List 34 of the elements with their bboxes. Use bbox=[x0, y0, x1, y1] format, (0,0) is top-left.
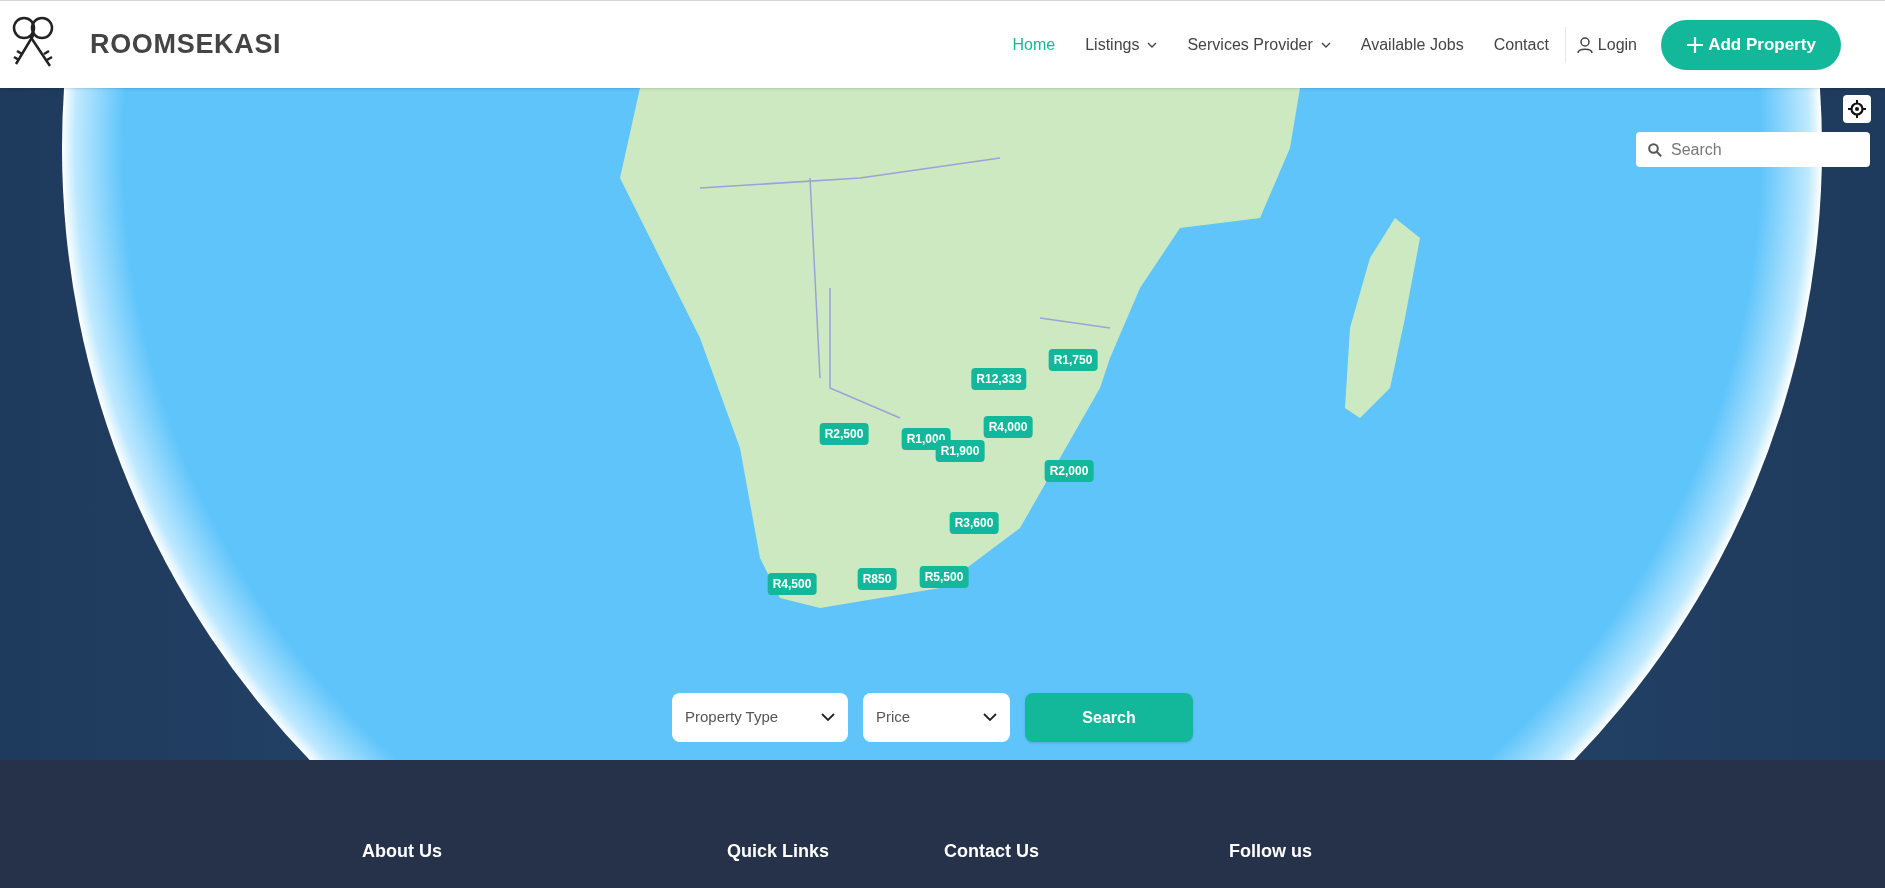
chevron-down-icon bbox=[821, 713, 835, 722]
nav-link[interactable]: Services Provider bbox=[1187, 32, 1331, 57]
chevron-down-icon bbox=[1320, 41, 1331, 48]
add-property-button[interactable]: Add Property bbox=[1661, 19, 1841, 70]
price-marker[interactable]: R2,500 bbox=[819, 423, 869, 445]
search-icon bbox=[1648, 143, 1662, 157]
login-link[interactable]: Login bbox=[1575, 32, 1637, 57]
price-marker[interactable]: R1,750 bbox=[1048, 349, 1098, 371]
price-marker[interactable]: R4,000 bbox=[983, 416, 1033, 438]
property-type-dropdown[interactable]: Property Type bbox=[672, 693, 848, 742]
nav-link[interactable]: Home bbox=[1012, 32, 1056, 57]
chevron-down-icon bbox=[983, 713, 997, 722]
footer-heading: Contact Us bbox=[944, 840, 1039, 863]
price-marker[interactable]: R5,500 bbox=[919, 566, 969, 588]
price-dropdown[interactable]: Price bbox=[863, 693, 1010, 742]
nav-link[interactable]: Listings bbox=[1085, 32, 1158, 57]
user-icon bbox=[1575, 35, 1594, 54]
locate-icon bbox=[1848, 100, 1866, 118]
price-marker[interactable]: R3,600 bbox=[949, 512, 999, 534]
nav-link[interactable]: Contact bbox=[1493, 32, 1549, 57]
footer-heading: Follow us bbox=[1229, 840, 1312, 863]
brand-name: ROOMSEKASI bbox=[90, 28, 282, 62]
chevron-down-icon bbox=[1147, 41, 1158, 48]
locate-button[interactable] bbox=[1843, 95, 1871, 123]
price-marker[interactable]: R850 bbox=[857, 568, 897, 590]
plus-icon bbox=[1686, 35, 1705, 54]
map-search-field[interactable]: Search bbox=[1636, 132, 1870, 167]
search-button[interactable]: Search bbox=[1025, 693, 1193, 742]
footer-heading: About Us bbox=[362, 840, 442, 863]
price-marker[interactable]: R4,500 bbox=[767, 573, 817, 595]
price-marker[interactable]: R2,000 bbox=[1044, 460, 1094, 482]
price-marker[interactable]: R12,333 bbox=[971, 368, 1027, 390]
footer-heading: Quick Links bbox=[727, 840, 830, 863]
nav-link[interactable]: Available Jobs bbox=[1360, 32, 1464, 57]
